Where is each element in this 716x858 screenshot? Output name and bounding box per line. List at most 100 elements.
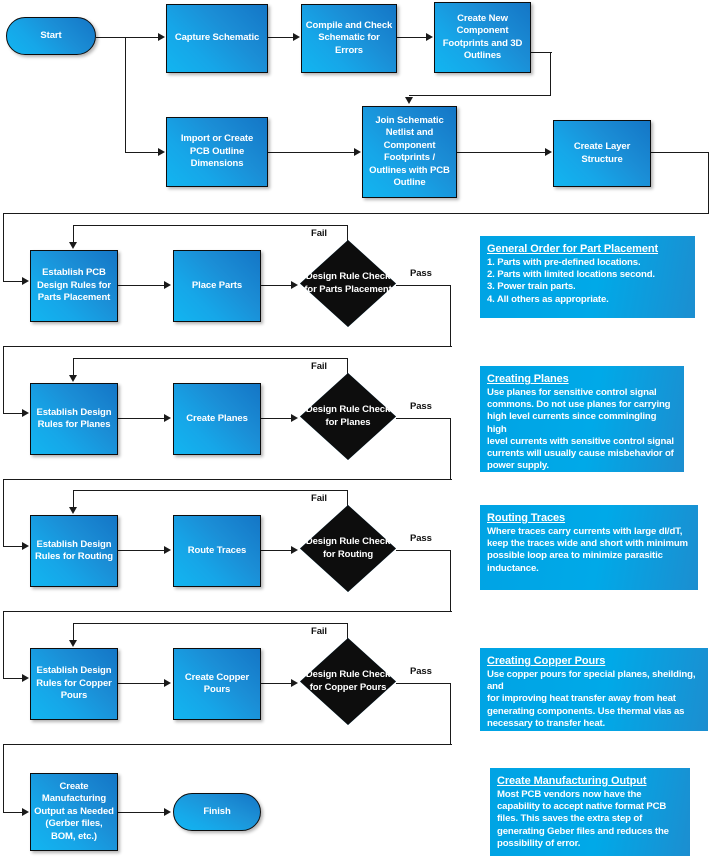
connector-pass-planes-down (450, 418, 452, 480)
note-routing-traces: Routing Traces Where traces carry curren… (480, 505, 698, 590)
node-rules-parts[interactable]: Establish PCB Design Rules for Parts Pla… (30, 250, 118, 322)
connector-pass-planes-right (396, 418, 451, 420)
node-drc-pours[interactable]: Design Rule Check for Copper Pours (300, 638, 396, 725)
connector-bus-down-to-parts (3, 213, 5, 282)
note-line: Most PCB vendors now have the (497, 789, 642, 800)
note-line: Where traces carry currents with large d… (487, 526, 683, 537)
bus-parts-down (3, 346, 5, 414)
arrow-to-rules-planes (22, 409, 29, 417)
node-import-pcb-outline[interactable]: Import or Create PCB Outline Dimensions (166, 117, 268, 187)
arrow-to-rules-routing (22, 542, 29, 550)
note-creating-copper-pours-body: Use copper pours for special planes, she… (487, 669, 701, 730)
node-start-label: Start (40, 29, 62, 41)
connector-compile-to-footprints (397, 37, 427, 39)
note-create-manufacturing-output-title: Create Manufacturing Output (497, 775, 647, 787)
node-capture-schematic[interactable]: Capture Schematic (166, 4, 268, 73)
note-line: Use copper pours for special planes, she… (487, 669, 696, 693)
arrow-to-drc-routing (291, 546, 298, 554)
arrow-to-create-layer-structure (545, 148, 552, 156)
node-drc-parts-label: Design Rule Check for Parts Placement (304, 271, 392, 295)
note-line: possibility of error. (497, 837, 581, 849)
note-line: level currents with sensitive control si… (487, 435, 674, 447)
connector-route-to-drc-routing (261, 550, 292, 552)
node-create-layer-structure-label: Create Layer Structure (573, 141, 631, 165)
node-rules-planes-label: Establish Design Rules for Planes (36, 406, 112, 431)
connector-fail-planes-down (73, 358, 75, 375)
connector-create-to-drc-pours (261, 683, 292, 685)
node-compile-check-label: Compile and Check Schematic for Errors (305, 19, 393, 56)
node-route-traces[interactable]: Route Traces (173, 515, 261, 587)
node-rules-routing[interactable]: Establish Design Rules for Routing (30, 515, 118, 587)
connector-rules-to-create-planes (118, 418, 165, 420)
arrow-fail-routing (69, 507, 77, 514)
connector-layer-bus-bottom (3, 213, 709, 215)
connector-pass-parts-right (396, 285, 451, 287)
arrow-to-drc-planes (291, 414, 298, 422)
node-drc-routing-label: Design Rule Check for Routing (305, 536, 391, 560)
arrow-fail-planes (69, 375, 77, 382)
node-start[interactable]: Start (6, 17, 96, 55)
connector-footprints-right (531, 52, 552, 54)
connector-pass-parts-down (450, 285, 452, 347)
note-line: commons. Do not use planes for carrying (487, 399, 671, 411)
connector-fail-pours-down (73, 623, 75, 640)
node-finish[interactable]: Finish (173, 793, 261, 831)
bus-routing-bottom (3, 611, 452, 613)
note-create-manufacturing-output: Create Manufacturing Output Most PCB ven… (490, 768, 690, 856)
arrow-fail-parts (69, 242, 77, 249)
connector-rules-to-create-pours (118, 683, 165, 685)
connector-pass-routing-down (450, 550, 452, 612)
connector-start-branch-vertical (125, 37, 127, 153)
note-creating-copper-pours: Creating Copper Pours Use copper pours f… (480, 648, 708, 731)
node-compile-check[interactable]: Compile and Check Schematic for Errors (301, 4, 397, 73)
arrow-to-drc-parts (291, 281, 298, 289)
node-join-netlist-label: Join Schematic Netlist and Component Foo… (369, 114, 450, 189)
edge-label-fail-planes: Fail (311, 361, 327, 372)
note-line: capability to accept native format PCB (497, 801, 667, 813)
note-creating-planes: Creating Planes Use planes for sensitive… (480, 366, 684, 472)
note-line: generating components. Use thermal vias … (487, 705, 685, 717)
connector-fail-parts-down (73, 225, 75, 242)
node-create-footprints-label: Create New Component Footprints and 3D O… (442, 12, 523, 62)
connector-rules-to-route-traces (118, 550, 165, 552)
node-create-planes[interactable]: Create Planes (173, 383, 261, 455)
edge-label-pass-parts: Pass (410, 268, 432, 279)
note-line: inductance. (487, 562, 539, 574)
node-create-footprints[interactable]: Create New Component Footprints and 3D O… (434, 2, 531, 73)
node-drc-parts[interactable]: Design Rule Check for Parts Placement (300, 240, 396, 327)
connector-fail-pours-left (73, 623, 348, 625)
arrow-to-import-pcb-outline (158, 148, 165, 156)
connector-import-to-join (268, 152, 354, 154)
edge-label-pass-pours: Pass (410, 666, 432, 677)
node-rules-pours[interactable]: Establish Design Rules for Copper Pours (30, 648, 118, 720)
note-line: 1. Parts with pre-defined locations. (487, 257, 641, 268)
node-create-pours-label: Create Copper Pours (184, 671, 250, 696)
connector-start-to-bus (96, 37, 162, 39)
node-drc-planes[interactable]: Design Rule Check for Planes (300, 373, 396, 460)
note-line: 4. All others as appropriate. (487, 293, 609, 305)
arrow-to-create-planes (164, 414, 171, 422)
node-drc-routing[interactable]: Design Rule Check for Routing (300, 505, 396, 592)
bus-pours-bottom (3, 744, 452, 746)
node-create-planes-label: Create Planes (186, 412, 248, 424)
node-manufacturing-output-label: Create Manufacturing Output as Needed (G… (34, 780, 114, 842)
note-line: keep the traces wide and short with mini… (487, 538, 688, 550)
note-creating-planes-body: Use planes for sensitive control signal … (487, 387, 677, 472)
connector-branch-to-import (125, 152, 162, 154)
node-place-parts[interactable]: Place Parts (173, 250, 261, 322)
connector-fail-planes-left (73, 358, 348, 360)
node-create-pours[interactable]: Create Copper Pours (173, 648, 261, 720)
arrow-to-rules-pours (22, 674, 29, 682)
node-join-netlist[interactable]: Join Schematic Netlist and Component Foo… (362, 106, 457, 198)
note-create-manufacturing-output-body: Most PCB vendors now have the capability… (497, 789, 683, 850)
node-create-layer-structure[interactable]: Create Layer Structure (553, 120, 651, 187)
node-manufacturing-output[interactable]: Create Manufacturing Output as Needed (G… (30, 773, 118, 851)
note-line: necessary to transfer heat. (487, 717, 606, 729)
node-rules-planes[interactable]: Establish Design Rules for Planes (30, 383, 118, 455)
node-rules-parts-label: Establish PCB Design Rules for Parts Pla… (37, 267, 111, 304)
bus-planes-down (3, 479, 5, 547)
arrow-to-join-netlist (405, 97, 413, 104)
node-import-pcb-outline-label: Import or Create PCB Outline Dimensions (180, 133, 254, 170)
note-line: currents will usually cause misbehavior … (487, 448, 674, 460)
connector-manufacturing-to-finish (118, 812, 165, 814)
